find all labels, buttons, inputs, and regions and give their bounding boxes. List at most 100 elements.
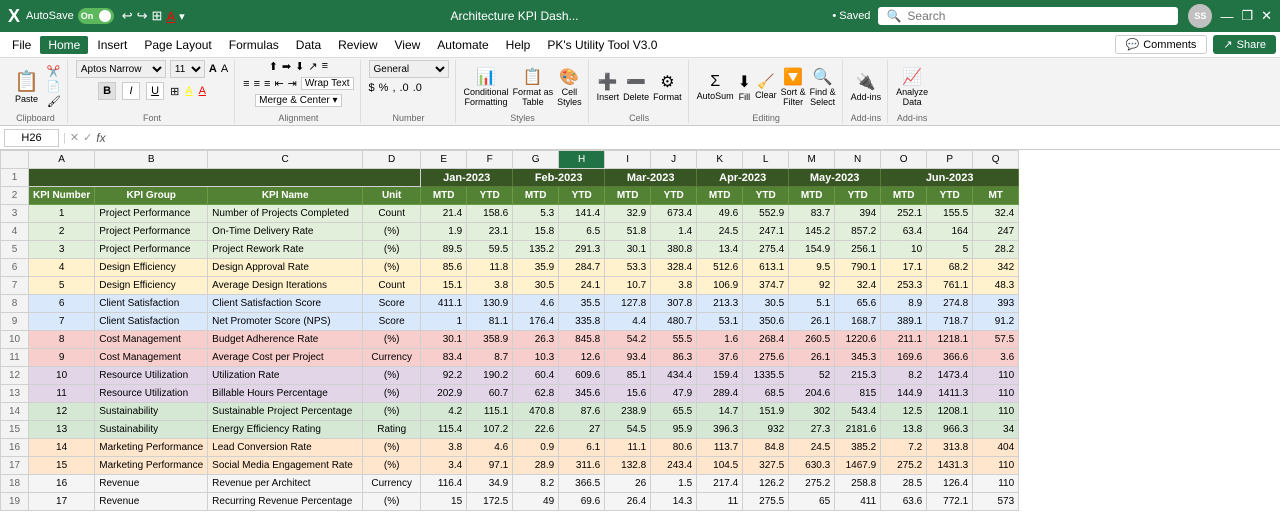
- unit-cell[interactable]: Score: [363, 295, 421, 313]
- col-o-header[interactable]: O: [881, 151, 927, 169]
- kpi-number-cell[interactable]: 5: [29, 277, 95, 295]
- col-l-header[interactable]: L: [743, 151, 789, 169]
- autosum-button[interactable]: ΣAutoSum: [697, 73, 734, 101]
- mar-mtd-cell[interactable]: 54.5: [605, 421, 651, 439]
- percent-icon[interactable]: %: [379, 82, 389, 94]
- may-mtd-cell[interactable]: 26.1: [789, 349, 835, 367]
- jun-mt-cell[interactable]: 110: [973, 475, 1019, 493]
- apr-mtd-cell[interactable]: 53.1: [697, 313, 743, 331]
- kpi-number-cell[interactable]: 8: [29, 331, 95, 349]
- close-button[interactable]: ✕: [1261, 8, 1272, 24]
- mar-ytd-cell[interactable]: 80.6: [651, 439, 697, 457]
- feb-ytd-cell[interactable]: 6.5: [559, 223, 605, 241]
- feb-ytd-cell[interactable]: 345.6: [559, 385, 605, 403]
- mar-mtd-cell[interactable]: 32.9: [605, 205, 651, 223]
- jun-ytd-cell[interactable]: 1431.3: [927, 457, 973, 475]
- col-k-header[interactable]: K: [697, 151, 743, 169]
- menu-help[interactable]: Help: [498, 36, 539, 54]
- more-align-icon[interactable]: ≡: [322, 60, 328, 73]
- unit-cell[interactable]: Count: [363, 277, 421, 295]
- apr-mtd-cell[interactable]: 14.7: [697, 403, 743, 421]
- feb-ytd-cell[interactable]: 12.6: [559, 349, 605, 367]
- feb-mtd-cell[interactable]: 26.3: [513, 331, 559, 349]
- table-row[interactable]: 19 17 Revenue Recurring Revenue Percenta…: [1, 493, 1019, 511]
- mar-ytd-cell[interactable]: 47.9: [651, 385, 697, 403]
- apr-ytd-cell[interactable]: 247.1: [743, 223, 789, 241]
- apr-mtd-cell[interactable]: 37.6: [697, 349, 743, 367]
- unit-cell[interactable]: (%): [363, 331, 421, 349]
- dec-inc-icon[interactable]: .0: [400, 82, 409, 94]
- kpi-name-cell[interactable]: Recurring Revenue Percentage: [208, 493, 363, 511]
- mar-mtd-cell[interactable]: 51.8: [605, 223, 651, 241]
- apr-ytd-cell[interactable]: 275.4: [743, 241, 789, 259]
- kpi-group-cell[interactable]: Design Efficiency: [95, 259, 208, 277]
- unit-cell[interactable]: Currency: [363, 475, 421, 493]
- search-box[interactable]: 🔍: [878, 7, 1178, 25]
- kpi-number-cell[interactable]: 9: [29, 349, 95, 367]
- table-row[interactable]: 5 3 Project Performance Project Rework R…: [1, 241, 1019, 259]
- mar-mtd-cell[interactable]: 238.9: [605, 403, 651, 421]
- jun-mt-cell[interactable]: 342: [973, 259, 1019, 277]
- feb-ytd-cell[interactable]: 24.1: [559, 277, 605, 295]
- kpi-group-cell[interactable]: Sustainability: [95, 421, 208, 439]
- may-ytd-cell[interactable]: 1467.9: [835, 457, 881, 475]
- jan-ytd-cell[interactable]: 97.1: [467, 457, 513, 475]
- jan-mtd-cell[interactable]: 85.6: [421, 259, 467, 277]
- table-row[interactable]: 8 6 Client Satisfaction Client Satisfact…: [1, 295, 1019, 313]
- align-left-icon[interactable]: ≡: [243, 78, 249, 90]
- feb-mtd-cell[interactable]: 28.9: [513, 457, 559, 475]
- kpi-name-cell[interactable]: Social Media Engagement Rate: [208, 457, 363, 475]
- kpi-group-cell[interactable]: Project Performance: [95, 241, 208, 259]
- kpi-group-cell[interactable]: Cost Management: [95, 349, 208, 367]
- indent-dec-icon[interactable]: ⇤: [274, 77, 283, 90]
- spreadsheet[interactable]: A B C D E F G H I J K L M N O P Q 1: [0, 150, 1280, 518]
- jun-ytd-cell[interactable]: 68.2: [927, 259, 973, 277]
- apr-ytd-cell[interactable]: 275.5: [743, 493, 789, 511]
- jun-mt-cell[interactable]: 247: [973, 223, 1019, 241]
- apr-mtd-cell[interactable]: 104.5: [697, 457, 743, 475]
- jun-ytd-cell[interactable]: 313.8: [927, 439, 973, 457]
- may-ytd-cell[interactable]: 543.4: [835, 403, 881, 421]
- feb-ytd-cell[interactable]: 311.6: [559, 457, 605, 475]
- menu-view[interactable]: View: [387, 36, 429, 54]
- currency-icon[interactable]: $: [369, 82, 375, 94]
- kpi-number-cell[interactable]: 10: [29, 367, 95, 385]
- comments-button[interactable]: 💬 Comments: [1115, 35, 1208, 54]
- col-f-header[interactable]: F: [467, 151, 513, 169]
- align-top-icon[interactable]: ⬆: [269, 60, 278, 73]
- feb-mtd-cell[interactable]: 49: [513, 493, 559, 511]
- jun-mtd-cell[interactable]: 12.5: [881, 403, 927, 421]
- apr-mtd-cell[interactable]: 512.6: [697, 259, 743, 277]
- apr-ytd-cell[interactable]: 350.6: [743, 313, 789, 331]
- jun-mtd-cell[interactable]: 28.5: [881, 475, 927, 493]
- format-painter-button[interactable]: 🖌: [47, 95, 61, 108]
- table-row[interactable]: 15 13 Sustainability Energy Efficiency R…: [1, 421, 1019, 439]
- mar-mtd-cell[interactable]: 93.4: [605, 349, 651, 367]
- apr-mtd-cell[interactable]: 106.9: [697, 277, 743, 295]
- mar-ytd-cell[interactable]: 86.3: [651, 349, 697, 367]
- addins-button[interactable]: 🔌Add-ins: [851, 72, 882, 102]
- feb-mtd-cell[interactable]: 0.9: [513, 439, 559, 457]
- mar-mtd-cell[interactable]: 15.6: [605, 385, 651, 403]
- apr-ytd-cell[interactable]: 613.1: [743, 259, 789, 277]
- unit-cell[interactable]: (%): [363, 385, 421, 403]
- table-row[interactable]: 9 7 Client Satisfaction Net Promoter Sco…: [1, 313, 1019, 331]
- jan-mtd-cell[interactable]: 92.2: [421, 367, 467, 385]
- may-ytd-cell[interactable]: 815: [835, 385, 881, 403]
- unit-cell[interactable]: Count: [363, 205, 421, 223]
- font-size-select[interactable]: 11: [170, 60, 205, 78]
- apr-mtd-cell[interactable]: 217.4: [697, 475, 743, 493]
- menu-automate[interactable]: Automate: [429, 36, 496, 54]
- kpi-number-cell[interactable]: 17: [29, 493, 95, 511]
- mar-ytd-cell[interactable]: 1.5: [651, 475, 697, 493]
- apr-ytd-cell[interactable]: 84.8: [743, 439, 789, 457]
- share-button[interactable]: ↗ Share: [1213, 35, 1276, 54]
- kpi-group-cell[interactable]: Marketing Performance: [95, 439, 208, 457]
- col-a-header[interactable]: A: [29, 151, 95, 169]
- kpi-group-cell[interactable]: Project Performance: [95, 223, 208, 241]
- feb-mtd-cell[interactable]: 15.8: [513, 223, 559, 241]
- feb-ytd-cell[interactable]: 366.5: [559, 475, 605, 493]
- may-ytd-cell[interactable]: 385.2: [835, 439, 881, 457]
- mar-ytd-cell[interactable]: 3.8: [651, 277, 697, 295]
- jun-mtd-cell[interactable]: 253.3: [881, 277, 927, 295]
